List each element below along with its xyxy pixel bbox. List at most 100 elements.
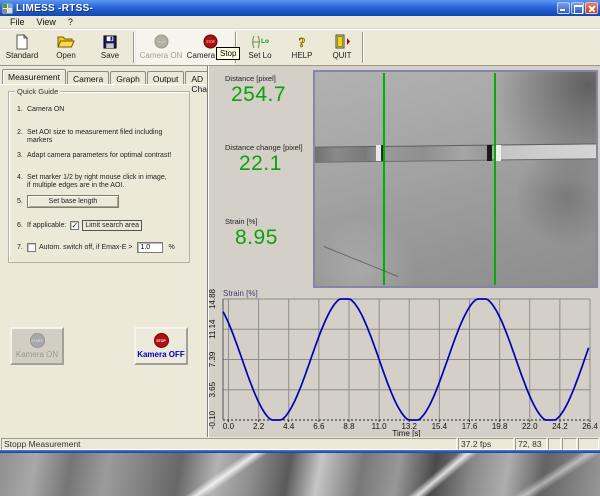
distance-readout: Distance [pixel] 254.7 [225, 74, 286, 107]
marker-line-1[interactable] [383, 73, 385, 285]
quit-icon [334, 33, 351, 50]
step-number: 6. [17, 222, 27, 230]
strain-chart: 0.02.24.46.68.811.013.215.417.619.822.02… [209, 288, 600, 437]
save-button[interactable]: Save [88, 30, 132, 65]
status-cell-empty [562, 438, 577, 450]
button-label: Camera ON [140, 51, 183, 60]
step-number: 3. [17, 152, 27, 160]
standard-button[interactable]: Standard [0, 30, 44, 65]
step-number: 1. [17, 106, 27, 114]
svg-text:4.4: 4.4 [283, 422, 295, 431]
svg-text:11.14: 11.14 [209, 319, 217, 339]
button-label: QUIT [332, 51, 351, 60]
kamera-on-label: Kamera ON [16, 350, 58, 359]
step-number: 4. [17, 174, 27, 190]
step-text: Adapt camera parameters for optimal cont… [27, 152, 171, 160]
limit-search-label: Limit search area [82, 220, 142, 231]
tab-output[interactable]: Output [147, 71, 185, 84]
button-label: HELP [292, 51, 313, 60]
svg-text:3.65: 3.65 [209, 381, 217, 397]
open-button[interactable]: Open [44, 30, 88, 65]
menu-view[interactable]: View [31, 17, 62, 27]
strain-readout: Strain [%] 8.95 [225, 217, 278, 250]
kamera-off-button[interactable]: STOP Kamera OFF [134, 327, 188, 365]
wallpaper-streak [391, 453, 499, 496]
menu-file[interactable]: File [4, 17, 31, 27]
svg-text:Strain [%]: Strain [%] [223, 289, 258, 298]
app-icon [2, 3, 13, 14]
statusbar: Stopp Measurement 37.2 fps 72, 83 [0, 437, 600, 450]
minimize-button[interactable] [557, 2, 570, 14]
auto-switch-off-checkbox[interactable] [27, 243, 36, 252]
step-5: 5. Set base length [17, 195, 119, 208]
quit-button[interactable]: QUIT [322, 30, 362, 65]
svg-text:2.2: 2.2 [253, 422, 265, 431]
button-label: Set Lo [248, 51, 271, 60]
step-1: 1. Camera ON [17, 106, 64, 114]
svg-text:17.6: 17.6 [462, 422, 478, 431]
menubar: File View ? [0, 16, 600, 29]
status-cell-empty [548, 438, 561, 450]
svg-text:STOP: STOP [206, 40, 215, 44]
distance-label: Distance [pixel] [225, 74, 286, 83]
svg-text:-0.10: -0.10 [209, 410, 217, 429]
step-text: Set marker 1/2 by right mouse click in i… [27, 174, 167, 190]
marker-line-2[interactable] [494, 73, 496, 285]
close-button[interactable] [585, 2, 598, 14]
measurement-page: Quick Guide 1. Camera ON 2. Set AOI size… [0, 84, 207, 437]
distance-change-readout: Distance change [pixel] 22.1 [225, 143, 303, 176]
maximize-button[interactable] [571, 2, 584, 14]
quick-guide-group: Quick Guide 1. Camera ON 2. Set AOI size… [8, 91, 190, 263]
svg-text:26.4: 26.4 [582, 422, 598, 431]
wallpaper-streak [493, 453, 600, 496]
step-number: 7. [17, 244, 27, 252]
distance-value: 254.7 [231, 83, 286, 107]
strain-value: 8.95 [235, 226, 278, 250]
limit-search-checkbox[interactable]: ✓ [70, 221, 79, 230]
status-cell-empty [578, 438, 599, 450]
app-window: LIMESS -RTSS- File View ? Standard [0, 0, 600, 453]
step-6: 6. If applicable: ✓ Limit search area [17, 220, 142, 231]
svg-text:14.88: 14.88 [209, 288, 217, 309]
set-base-length-button[interactable]: Set base length [27, 195, 119, 208]
step-number: 2. [17, 129, 27, 145]
svg-text:11.0: 11.0 [372, 422, 388, 431]
fps-indicator: 37.2 fps [458, 438, 514, 450]
set-lo-button[interactable]: Lo Set Lo [238, 30, 282, 65]
camera-on-button[interactable]: START Camera ON [136, 30, 186, 65]
help-icon: ? [295, 33, 309, 50]
button-label: Open [56, 51, 76, 60]
svg-text:15.4: 15.4 [432, 422, 448, 431]
help-button[interactable]: ? HELP [282, 30, 322, 65]
left-tab-control: Measurement Camera Graph Output AD Chann… [0, 66, 207, 437]
camera-image[interactable] [313, 70, 598, 288]
strain-label: Strain [%] [225, 217, 278, 226]
step-text: Camera ON [27, 106, 64, 114]
titlebar[interactable]: LIMESS -RTSS- [0, 0, 600, 16]
kamera-on-button[interactable]: START Kamera ON [10, 327, 64, 365]
status-message: Stopp Measurement [1, 438, 457, 450]
tab-graph[interactable]: Graph [110, 71, 146, 84]
screen: { "window": { "title": "LIMESS -RTSS-" }… [0, 0, 600, 496]
step-3: 3. Adapt camera parameters for optimal c… [17, 152, 171, 160]
start-circle-icon: START [154, 33, 169, 50]
menu-help[interactable]: ? [62, 17, 79, 27]
svg-text:START: START [156, 40, 166, 44]
auto-switch-off-label: Autom. switch off, if Emax-E > [39, 244, 132, 252]
button-label: Save [101, 51, 119, 60]
stop-tooltip: Stop [216, 47, 240, 60]
desktop-wallpaper [0, 453, 600, 496]
step-2: 2. Set AOI size to measurement filed inc… [17, 129, 189, 145]
window-title: LIMESS -RTSS- [16, 3, 556, 14]
emax-threshold-input[interactable] [137, 242, 163, 253]
set-lo-icon: Lo [249, 33, 271, 50]
distance-change-label: Distance change [pixel] [225, 143, 303, 152]
tab-camera[interactable]: Camera [67, 71, 109, 84]
button-label: Standard [6, 51, 38, 60]
start-circle-icon: START [30, 333, 45, 348]
tab-measurement[interactable]: Measurement [2, 69, 66, 84]
marker-2-dark-edge [487, 145, 492, 161]
step-4: 4. Set marker 1/2 by right mouse click i… [17, 174, 167, 190]
percent-unit: % [168, 244, 174, 252]
wallpaper-streak [165, 453, 279, 496]
